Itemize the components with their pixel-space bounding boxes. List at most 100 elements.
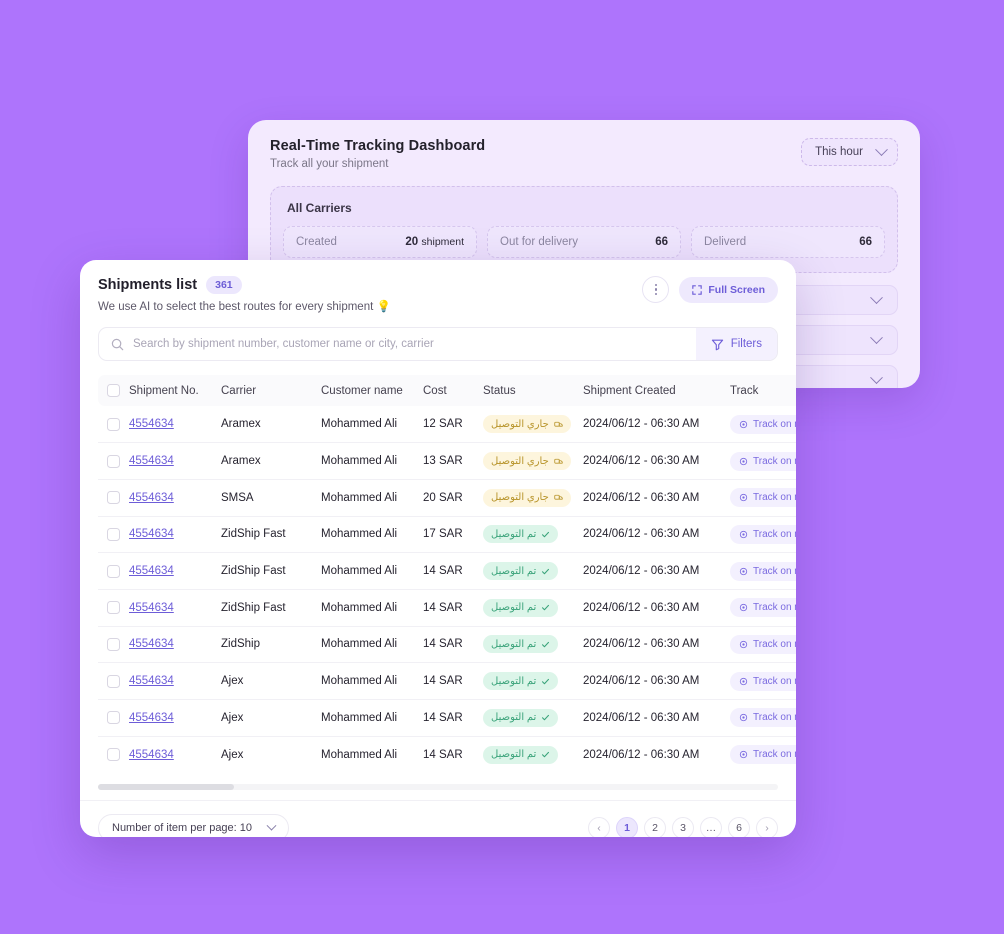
cell-shipment-created: 2024/06/12 - 06:30 AM <box>583 663 730 700</box>
row-checkbox[interactable] <box>107 711 120 724</box>
shipment-no-link[interactable]: 4554634 <box>129 492 174 504</box>
track-on-map-label: Track on map <box>753 419 796 430</box>
track-on-map-button[interactable]: Track on map <box>730 598 796 617</box>
row-checkbox[interactable] <box>107 491 120 504</box>
track-on-map-button[interactable]: Track on map <box>730 525 796 544</box>
cell-cost: 20 SAR <box>423 479 483 516</box>
chevron-down-icon <box>870 291 883 304</box>
dashboard-header: Real-Time Tracking Dashboard Track all y… <box>248 120 920 176</box>
row-checkbox[interactable] <box>107 455 120 468</box>
location-target-icon <box>739 640 748 649</box>
cell-carrier: Ajex <box>221 700 321 737</box>
track-on-map-button[interactable]: Track on map <box>730 672 796 691</box>
shipment-no-link[interactable]: 4554634 <box>129 455 174 467</box>
full-screen-button[interactable]: Full Screen <box>679 277 778 303</box>
track-on-map-label: Track on map <box>753 712 796 723</box>
column-status[interactable]: Status <box>483 375 583 406</box>
shipments-list-panel: Shipments list 361 We use AI to select t… <box>80 260 796 837</box>
row-select-cell <box>98 626 129 663</box>
stat-delivered[interactable]: Deliverd 66 <box>691 226 885 258</box>
kebab-menu-icon[interactable] <box>642 276 669 303</box>
shipment-no-link[interactable]: 4554634 <box>129 565 174 577</box>
status-badge: تم التوصيل <box>483 672 558 690</box>
cell-cost: 14 SAR <box>423 553 483 590</box>
select-all-checkbox[interactable] <box>107 384 120 397</box>
column-customer-name[interactable]: Customer name <box>321 375 423 406</box>
table-row[interactable]: 4554634AjexMohammed Ali14 SARتم التوصيل2… <box>98 700 796 737</box>
track-on-map-button[interactable]: Track on map <box>730 452 796 471</box>
column-carrier[interactable]: Carrier <box>221 375 321 406</box>
pagination-page-3[interactable]: 3 <box>672 817 694 837</box>
cell-carrier: Ajex <box>221 663 321 700</box>
stat-created[interactable]: Created 20 shipment <box>283 226 477 258</box>
shipment-no-link[interactable]: 4554634 <box>129 712 174 724</box>
pagination-prev[interactable]: ‹ <box>588 817 610 837</box>
cell-customer-name: Mohammed Ali <box>321 700 423 737</box>
status-badge: جاري التوصيل <box>483 489 571 507</box>
shipment-no-link[interactable]: 4554634 <box>129 528 174 540</box>
table-row[interactable]: 4554634ZidShip FastMohammed Ali17 SARتم … <box>98 516 796 553</box>
pagination-next[interactable]: › <box>756 817 778 837</box>
period-selector[interactable]: This hour <box>801 138 898 166</box>
row-checkbox[interactable] <box>107 748 120 761</box>
column-shipment-no[interactable]: Shipment No. <box>129 375 221 406</box>
check-icon <box>541 567 550 576</box>
track-on-map-button[interactable]: Track on map <box>730 635 796 654</box>
search-bar: Filters <box>98 327 778 361</box>
shipment-no-link[interactable]: 4554634 <box>129 749 174 761</box>
track-on-map-button[interactable]: Track on map <box>730 745 796 764</box>
table-row[interactable]: 4554634AramexMohammed Ali12 SARجاري التو… <box>98 406 796 443</box>
shipment-no-link[interactable]: 4554634 <box>129 675 174 687</box>
cell-track: Track on map <box>730 479 796 516</box>
truck-icon <box>554 420 563 429</box>
row-checkbox[interactable] <box>107 565 120 578</box>
shipment-no-link[interactable]: 4554634 <box>129 638 174 650</box>
track-on-map-button[interactable]: Track on map <box>730 708 796 727</box>
track-on-map-button[interactable]: Track on map <box>730 562 796 581</box>
table-row[interactable]: 4554634AjexMohammed Ali14 SARتم التوصيل2… <box>98 663 796 700</box>
horizontal-scrollbar[interactable] <box>98 784 778 790</box>
table-row[interactable]: 4554634AramexMohammed Ali13 SARجاري التو… <box>98 443 796 480</box>
table-row[interactable]: 4554634ZidShip FastMohammed Ali14 SARتم … <box>98 589 796 626</box>
stat-out-for-delivery[interactable]: Out for delivery 66 <box>487 226 681 258</box>
cell-carrier: ZidShip <box>221 626 321 663</box>
pagination-page-1[interactable]: 1 <box>616 817 638 837</box>
cell-status: جاري التوصيل <box>483 406 583 443</box>
pagination-page-6[interactable]: 6 <box>728 817 750 837</box>
cell-status: تم التوصيل <box>483 516 583 553</box>
row-checkbox[interactable] <box>107 418 120 431</box>
status-label: تم التوصيل <box>491 639 536 650</box>
table-row[interactable]: 4554634SMSAMohammed Ali20 SARجاري التوصي… <box>98 479 796 516</box>
page-title: Shipments list <box>98 277 197 293</box>
cell-carrier: SMSA <box>221 479 321 516</box>
items-per-page-selector[interactable]: Number of item per page: 10 <box>98 814 289 837</box>
cell-shipment-no: 4554634 <box>129 443 221 480</box>
shipment-no-link[interactable]: 4554634 <box>129 602 174 614</box>
cell-shipment-created: 2024/06/12 - 06:30 AM <box>583 626 730 663</box>
panel-header-text: Shipments list 361 We use AI to select t… <box>98 276 391 313</box>
cell-status: تم التوصيل <box>483 589 583 626</box>
row-checkbox[interactable] <box>107 675 120 688</box>
column-cost[interactable]: Cost <box>423 375 483 406</box>
column-track[interactable]: Track <box>730 375 796 406</box>
cell-cost: 13 SAR <box>423 443 483 480</box>
pagination-page-2[interactable]: 2 <box>644 817 666 837</box>
filters-label: Filters <box>731 338 762 350</box>
filters-button[interactable]: Filters <box>696 328 777 360</box>
search-input[interactable] <box>133 338 684 350</box>
row-checkbox[interactable] <box>107 638 120 651</box>
shipment-no-link[interactable]: 4554634 <box>129 418 174 430</box>
column-shipment-created[interactable]: Shipment Created <box>583 375 730 406</box>
track-on-map-button[interactable]: Track on map <box>730 488 796 507</box>
location-target-icon <box>739 457 748 466</box>
select-all-header <box>98 375 129 406</box>
track-on-map-button[interactable]: Track on map <box>730 415 796 434</box>
table-row[interactable]: 4554634ZidShip FastMohammed Ali14 SARتم … <box>98 553 796 590</box>
status-badge: تم التوصيل <box>483 709 558 727</box>
cell-carrier: ZidShip Fast <box>221 553 321 590</box>
scrollbar-thumb[interactable] <box>98 784 234 790</box>
row-checkbox[interactable] <box>107 528 120 541</box>
table-row[interactable]: 4554634AjexMohammed Ali14 SARتم التوصيل2… <box>98 736 796 773</box>
row-checkbox[interactable] <box>107 601 120 614</box>
table-row[interactable]: 4554634ZidShipMohammed Ali14 SARتم التوص… <box>98 626 796 663</box>
